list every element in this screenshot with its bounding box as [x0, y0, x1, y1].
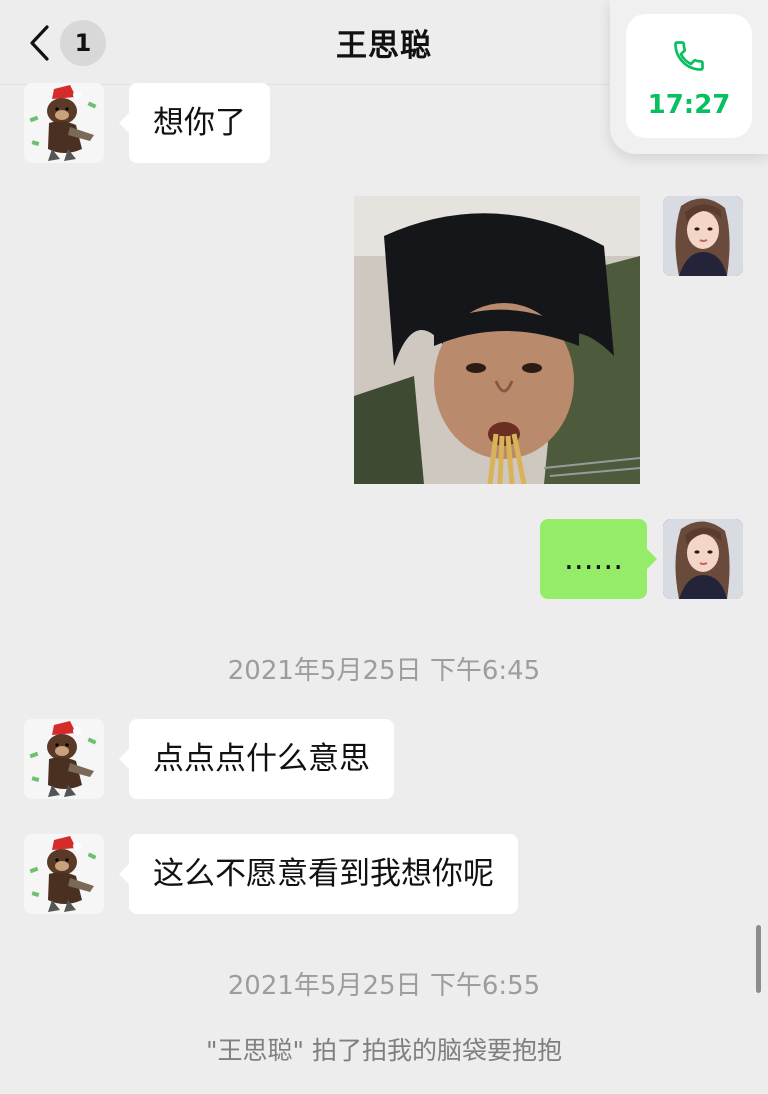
- message-bubble-outgoing[interactable]: ......: [540, 519, 658, 599]
- message-bubble-incoming[interactable]: 点点点什么意思: [119, 719, 394, 799]
- contact-avatar[interactable]: [24, 719, 104, 799]
- message-bubble-incoming[interactable]: 想你了: [119, 83, 270, 163]
- bear-avatar-icon: [24, 834, 104, 914]
- my-avatar[interactable]: [663, 196, 743, 276]
- call-card[interactable]: 17:27: [626, 14, 752, 138]
- call-duration: 17:27: [647, 90, 731, 120]
- pat-system-message: "王思聪" 拍了拍我的脑袋要抱抱: [206, 1036, 562, 1065]
- girl-avatar-icon: [663, 196, 743, 276]
- phone-icon: [674, 41, 704, 71]
- contact-avatar[interactable]: [24, 83, 104, 163]
- sticker-image[interactable]: [354, 196, 640, 484]
- girl-avatar-icon: [663, 519, 743, 599]
- floating-call-window[interactable]: 17:27: [610, 0, 768, 154]
- message-bubble-incoming[interactable]: 这么不愿意看到我想你呢: [119, 834, 518, 914]
- contact-avatar[interactable]: [24, 834, 104, 914]
- message-timestamp: 2021年5月25日 下午6:45: [227, 656, 541, 686]
- sticker-image-icon: [354, 196, 640, 484]
- bear-avatar-icon: [24, 83, 104, 163]
- bear-avatar-icon: [24, 719, 104, 799]
- scrollbar[interactable]: [756, 925, 761, 993]
- message-timestamp: 2021年5月25日 下午6:55: [227, 971, 541, 1001]
- my-avatar[interactable]: [663, 519, 743, 599]
